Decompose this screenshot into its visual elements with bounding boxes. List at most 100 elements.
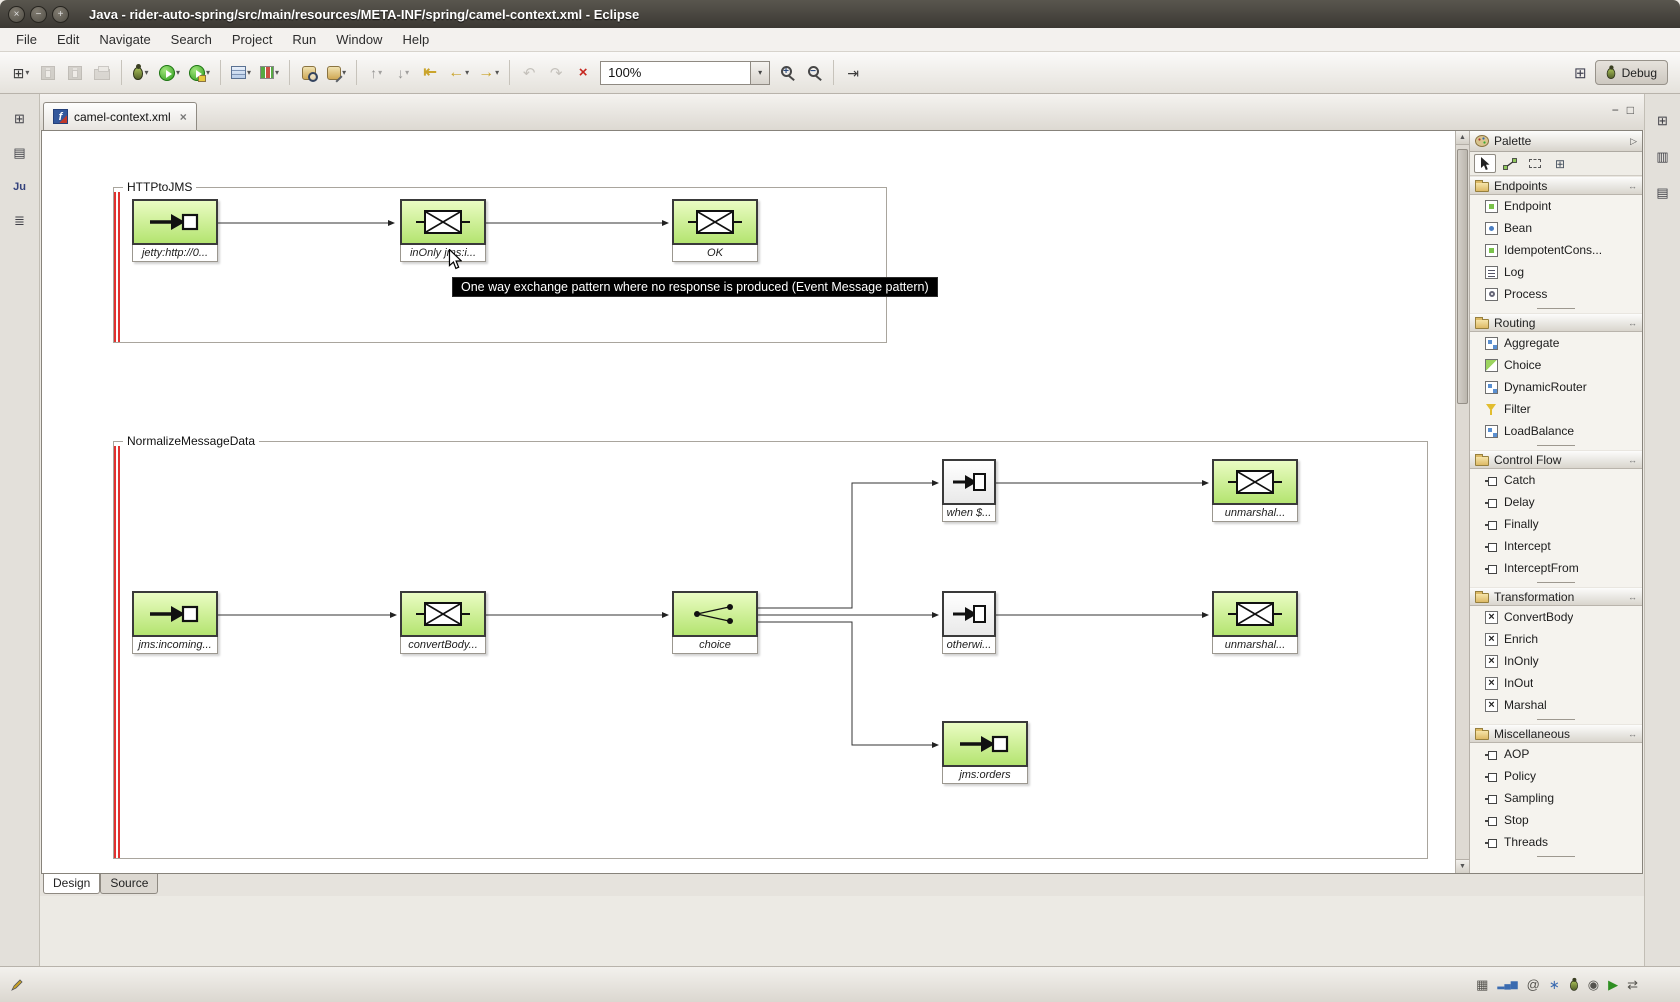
palette-item-intercept[interactable]: Intercept (1470, 535, 1642, 557)
last-edit-location-button[interactable]: ⇤ (417, 60, 443, 86)
save-all-button[interactable] (62, 60, 88, 86)
junit-view-button[interactable]: Ju (8, 176, 32, 198)
palette-item-interceptfrom[interactable]: InterceptFrom (1470, 557, 1642, 579)
node-unmarshal-bottom[interactable]: unmarshal... (1212, 591, 1298, 654)
route-container-httptojms[interactable]: HTTPtoJMS (113, 180, 887, 343)
hierarchy-view-button[interactable]: ≣ (8, 210, 32, 232)
zoom-dropdown-button[interactable]: ▾ (750, 60, 771, 85)
save-button[interactable] (35, 60, 61, 86)
connection-tool[interactable] (1499, 154, 1521, 173)
collapse-palette-icon[interactable]: ▷ (1630, 136, 1637, 147)
palette-item-bean[interactable]: Bean (1470, 217, 1642, 239)
menu-file[interactable]: File (6, 29, 47, 50)
palette-item-dynamicrouter[interactable]: DynamicRouter (1470, 376, 1642, 398)
palette-item-idempotentconsumer[interactable]: IdempotentCons... (1470, 239, 1642, 261)
node-unmarshal-top[interactable]: unmarshal... (1212, 459, 1298, 522)
signal-bars-icon[interactable]: ▂▄▆ (1497, 979, 1517, 990)
tab-source[interactable]: Source (100, 874, 159, 894)
debug-perspective-button[interactable]: Debug (1594, 60, 1668, 85)
maximize-editor-icon[interactable]: □ (1627, 103, 1634, 117)
tab-design[interactable]: Design (43, 874, 101, 894)
menu-edit[interactable]: Edit (47, 29, 89, 50)
palette-item-policy[interactable]: Policy (1470, 765, 1642, 787)
menu-run[interactable]: Run (282, 29, 326, 50)
grid-icon[interactable]: ▦ (1476, 977, 1488, 993)
restore-views-button[interactable]: ⊞ (8, 108, 32, 130)
canvas-vertical-scrollbar[interactable]: ▲ ▼ (1455, 131, 1470, 873)
palette-item-delay[interactable]: Delay (1470, 491, 1642, 513)
node-jms-orders[interactable]: jms:orders (942, 721, 1028, 784)
palette-item-finally[interactable]: Finally (1470, 513, 1642, 535)
palette-section-routing[interactable]: Routing ↔ (1470, 313, 1642, 332)
scroll-down-icon[interactable]: ▼ (1456, 859, 1469, 873)
palette-item-endpoint[interactable]: Endpoint (1470, 195, 1642, 217)
node-jms-incoming[interactable]: jms:incoming... (132, 591, 218, 654)
diagram-canvas[interactable]: HTTPtoJMS NormalizeMessageData jetty:htt… (42, 131, 1455, 873)
palette-item-enrich[interactable]: Enrich (1470, 628, 1642, 650)
tab-camel-context[interactable]: f camel-context.xml × (43, 102, 197, 130)
back-button[interactable]: ← ▾ (444, 60, 473, 86)
print-button[interactable] (89, 60, 115, 86)
delete-button[interactable]: × (570, 60, 596, 86)
bug-icon[interactable] (1569, 977, 1579, 992)
palette-item-aop[interactable]: AOP (1470, 743, 1642, 765)
palette-item-threads[interactable]: Threads (1470, 831, 1642, 853)
sync-arrows-icon[interactable]: ⇄ (1627, 977, 1638, 993)
palette-item-choice[interactable]: Choice (1470, 354, 1642, 376)
palette-item-inout[interactable]: InOut (1470, 672, 1642, 694)
node-when[interactable]: when $... (942, 459, 996, 522)
select-tool[interactable] (1474, 154, 1496, 173)
node-inonly[interactable]: inOnly jms:i... (400, 199, 486, 262)
palette-item-marshal[interactable]: Marshal (1470, 694, 1642, 716)
redo-button[interactable]: ↷ (543, 60, 569, 86)
at-sign-icon[interactable]: @ (1527, 977, 1540, 992)
palette-item-convertbody[interactable]: ConvertBody (1470, 606, 1642, 628)
palette-item-sampling[interactable]: Sampling (1470, 787, 1642, 809)
play-icon[interactable]: ▶ (1608, 977, 1618, 993)
menu-window[interactable]: Window (326, 29, 392, 50)
palette-section-control-flow[interactable]: Control Flow ↔ (1470, 450, 1642, 469)
help-view-button[interactable]: ▥ (1651, 146, 1675, 168)
palette-item-log[interactable]: Log (1470, 261, 1642, 283)
palette-item-stop[interactable]: Stop (1470, 809, 1642, 831)
forward-button[interactable]: → ▾ (474, 60, 503, 86)
undo-button[interactable]: ↶ (516, 60, 542, 86)
open-perspective-icon[interactable]: ⊞ (1574, 64, 1587, 82)
run-external-tools-button[interactable]: ▾ (185, 60, 214, 86)
palette-item-inonly[interactable]: InOnly (1470, 650, 1642, 672)
new-wizard-button[interactable]: ⊞ ▾ (8, 60, 34, 86)
run-launch-button[interactable]: ▾ (155, 60, 184, 86)
layout-diagram-button[interactable]: ⇥ (840, 60, 866, 86)
palette-section-miscellaneous[interactable]: Miscellaneous ↔ (1470, 724, 1642, 743)
node-jetty[interactable]: jetty:http://0... (132, 199, 218, 262)
zoom-input[interactable] (600, 60, 751, 85)
target-icon[interactable]: ◉ (1588, 977, 1599, 993)
window-minimize-button[interactable]: − (30, 5, 47, 23)
scroll-up-icon[interactable]: ▲ (1456, 131, 1469, 145)
outline-view-button[interactable]: ▤ (1651, 182, 1675, 204)
close-icon[interactable]: × (180, 110, 187, 124)
restore-views-button[interactable]: ⊞ (1651, 110, 1675, 132)
console-view-button[interactable]: ▤ (8, 142, 32, 164)
node-convertbody[interactable]: convertBody... (400, 591, 486, 654)
grid-tool[interactable]: ⊞ (1549, 154, 1571, 173)
palette-header[interactable]: Palette ▷ (1470, 131, 1642, 152)
node-choice[interactable]: choice (672, 591, 758, 654)
window-maximize-button[interactable]: + (52, 5, 69, 23)
node-otherwise[interactable]: otherwi... (942, 591, 996, 654)
palette-item-filter[interactable]: Filter (1470, 398, 1642, 420)
coverage-button[interactable]: ▾ (256, 60, 283, 86)
menu-project[interactable]: Project (222, 29, 282, 50)
new-project-button[interactable]: ▾ (227, 60, 255, 86)
palette-item-catch[interactable]: Catch (1470, 469, 1642, 491)
node-ok[interactable]: OK (672, 199, 758, 262)
menu-help[interactable]: Help (392, 29, 439, 50)
marquee-tool[interactable] (1524, 154, 1546, 173)
asterisk-icon[interactable]: ∗ (1549, 977, 1560, 993)
zoom-in-button[interactable] (774, 60, 800, 86)
debug-launch-button[interactable]: ▾ (128, 60, 154, 86)
next-annotation-button[interactable]: ↓ ▾ (390, 60, 416, 86)
menu-navigate[interactable]: Navigate (89, 29, 160, 50)
palette-item-aggregate[interactable]: Aggregate (1470, 332, 1642, 354)
new-java-element-button[interactable]: ▾ (323, 60, 350, 86)
